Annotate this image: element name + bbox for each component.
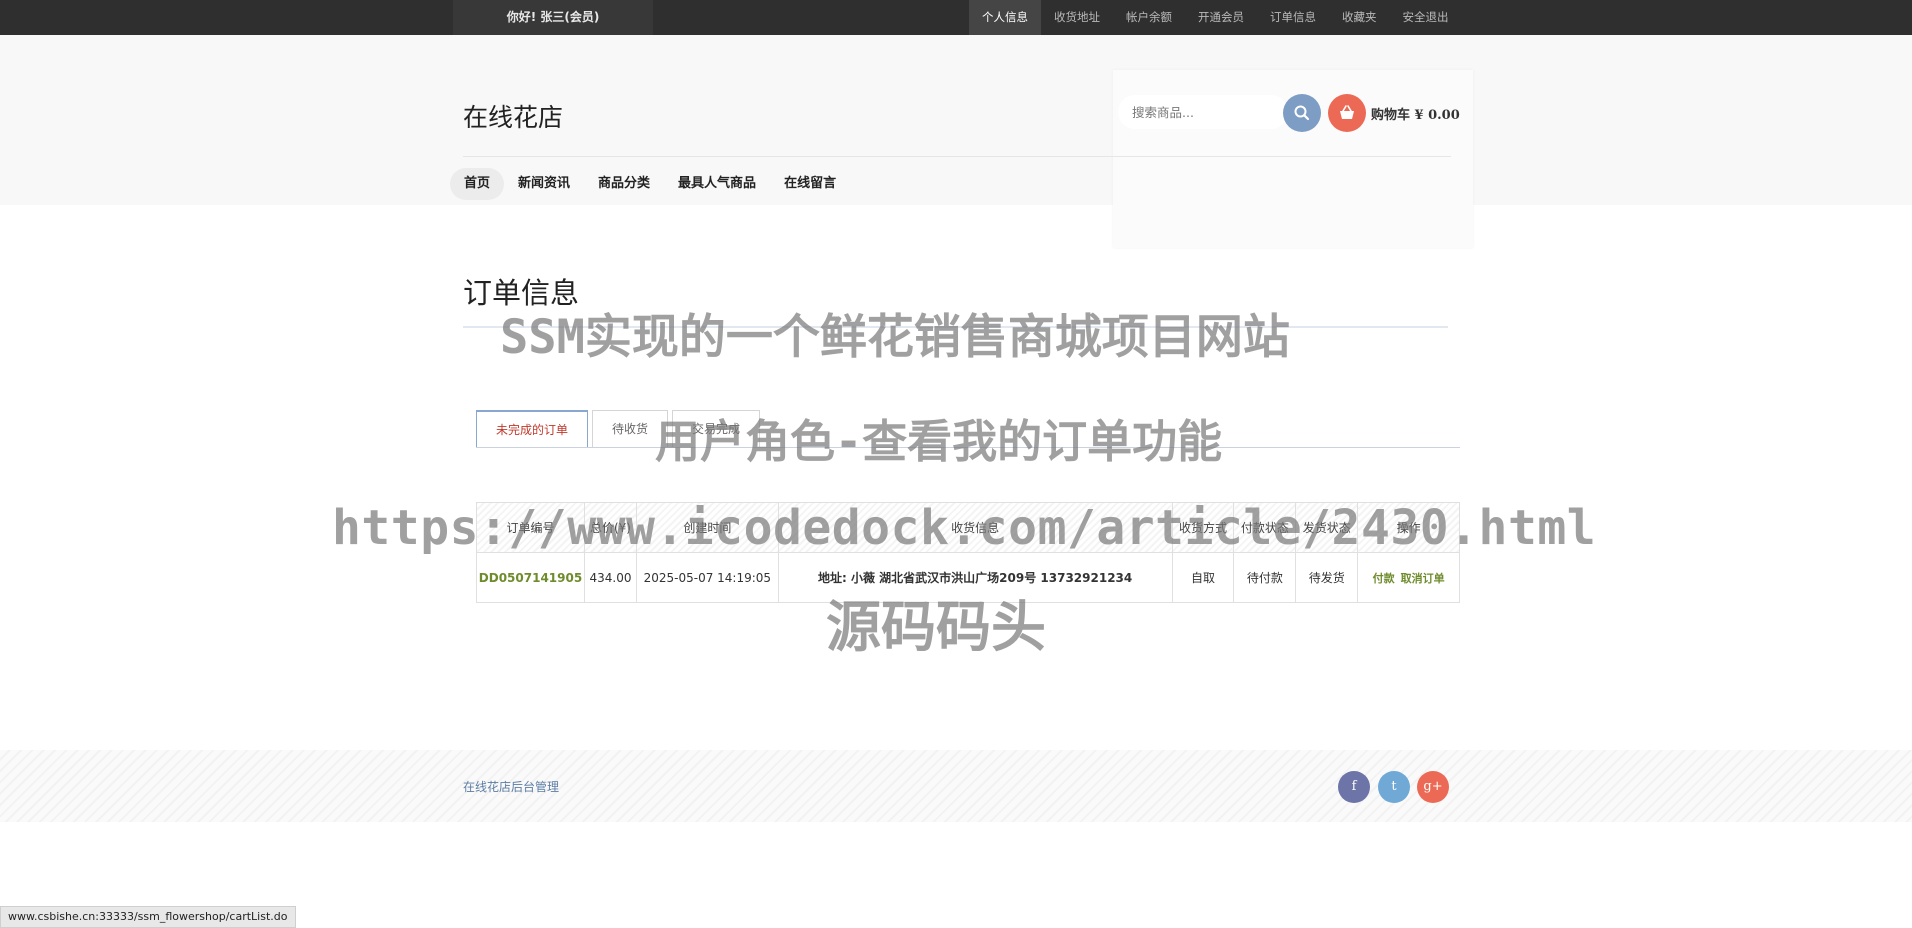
delivery-method-cell: 自取 [1171,552,1235,603]
main-nav-categories[interactable]: 商品分类 [584,168,664,200]
tab-unfinished-orders[interactable]: 未完成的订单 [476,410,589,448]
cart-button[interactable] [1328,94,1366,132]
pay-link[interactable]: 付款 [1373,572,1395,585]
search-button[interactable] [1283,94,1321,132]
main-nav-news[interactable]: 新闻资讯 [504,168,584,200]
top-nav-logout[interactable]: 安全退出 [1390,0,1462,35]
watermark-title: SSM实现的一个鲜花销售商城项目网站 [500,310,1290,365]
column-header: 订单编号 [476,502,585,553]
top-bar: 你好! 张三(会员) 个人信息 收货地址 帐户余额 开通会员 订单信息 收藏夹 … [0,0,1912,35]
basket-icon [1340,105,1354,119]
top-nav-favorites[interactable]: 收藏夹 [1329,0,1390,35]
column-header: 收货方式 [1171,502,1235,553]
tab-awaiting-receipt[interactable]: 待收货 [592,410,669,448]
twitter-icon[interactable]: t [1378,771,1410,803]
title-divider [463,326,1448,328]
admin-link[interactable]: 在线花店后台管理 [463,778,559,795]
payment-status-cell: 待付款 [1233,552,1297,603]
search-icon [1294,105,1310,121]
top-nav-membership[interactable]: 开通会员 [1185,0,1257,35]
column-header: 发货状态 [1295,502,1359,553]
google-plus-icon[interactable]: g+ [1417,771,1449,803]
site-header [0,35,1912,205]
order-tabs: 未完成的订单 待收货 交易完成 [476,410,764,448]
top-nav-orders[interactable]: 订单信息 [1257,0,1329,35]
main-nav-messages[interactable]: 在线留言 [770,168,850,200]
site-logo[interactable]: 在线花店 [463,98,563,134]
shipping-status-cell: 待发货 [1295,552,1359,603]
column-header: 付款状态 [1233,502,1297,553]
site-footer [0,750,1912,822]
total-price-cell: 434.00 [583,552,637,603]
tabs-divider [476,447,1460,448]
column-header: 操作 [1357,502,1460,553]
table-header-row: 订单编号 总价(¥) 创建时间 收货信息 收货方式 付款状态 发货状态 操作 [476,502,1460,553]
header-divider [463,156,1451,157]
actions-cell: 付款 取消订单 [1357,552,1460,603]
column-header: 收货信息 [777,502,1173,553]
main-nav: 首页 新闻资讯 商品分类 最具人气商品 在线留言 [450,168,850,200]
tab-completed[interactable]: 交易完成 [672,410,761,448]
order-number-link[interactable]: DD0507141905 [479,571,582,585]
status-url: www.csbishe.cn:33333/ssm_flowershop/cart… [0,906,296,928]
created-time-cell: 2025-05-07 14:19:05 [635,552,779,603]
page-title: 订单信息 [463,276,580,310]
order-number-cell: DD0507141905 [476,552,585,603]
address-cell: 地址: 小薇 湖北省武汉市洪山广场209号 13732921234 [777,552,1173,603]
facebook-icon[interactable]: f [1338,771,1370,803]
top-nav: 个人信息 收货地址 帐户余额 开通会员 订单信息 收藏夹 安全退出 [969,0,1462,35]
shipping-address: 地址: 小薇 湖北省武汉市洪山广场209号 13732921234 [818,571,1133,585]
user-greeting: 你好! 张三(会员) [453,0,653,35]
column-header: 创建时间 [635,502,779,553]
table-row: DD0507141905 434.00 2025-05-07 14:19:05 … [476,552,1460,603]
main-nav-home[interactable]: 首页 [450,168,505,200]
top-nav-address[interactable]: 收货地址 [1041,0,1113,35]
search-input[interactable] [1118,95,1288,129]
orders-table: 订单编号 总价(¥) 创建时间 收货信息 收货方式 付款状态 发货状态 操作 D… [476,502,1460,603]
column-header: 总价(¥) [583,502,637,553]
main-nav-popular[interactable]: 最具人气商品 [664,168,770,200]
cancel-order-link[interactable]: 取消订单 [1401,572,1445,585]
cart-total[interactable]: 购物车 ¥ 0.00 [1371,104,1460,123]
top-nav-profile[interactable]: 个人信息 [969,0,1041,35]
top-nav-balance[interactable]: 帐户余额 [1113,0,1185,35]
